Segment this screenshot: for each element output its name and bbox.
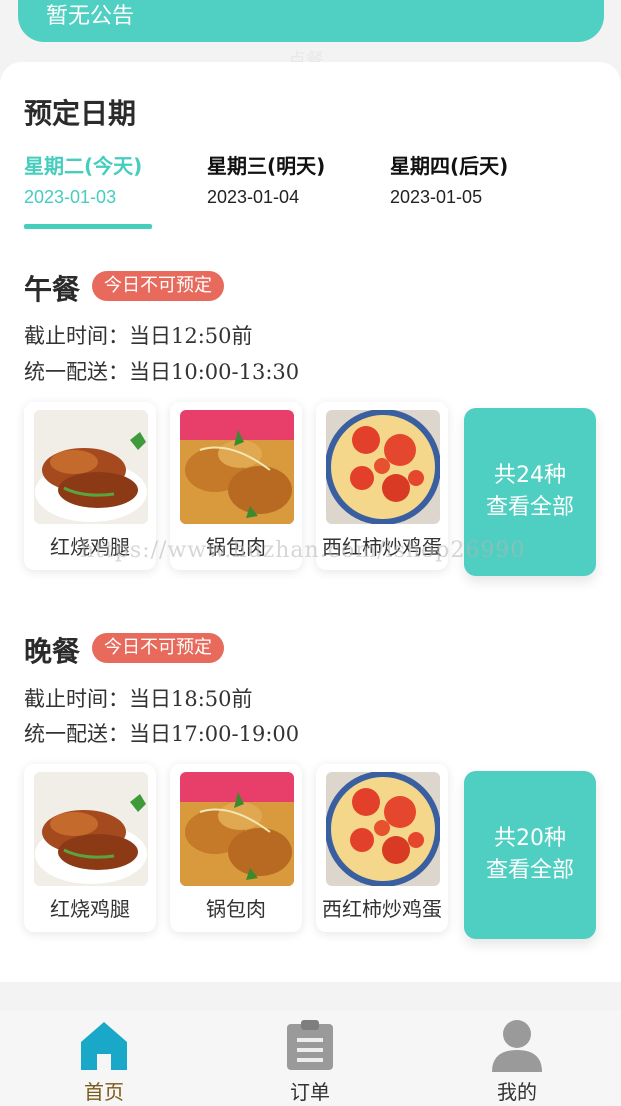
dish-image-braised-chicken-leg [34, 772, 148, 886]
tab-date-label: 2023-01-04 [207, 187, 300, 207]
delivery-text: 统一配送：当日10:00-13:30 [24, 360, 300, 384]
dish-image-guobaorou [180, 410, 294, 524]
dish-name: 红烧鸡腿 [50, 897, 130, 921]
meal-title-dinner: 晚餐 [24, 635, 81, 668]
home-icon [79, 1018, 129, 1072]
tab-day-label: 星期二(今天) [24, 154, 143, 178]
dish-image-braised-chicken-leg [34, 410, 148, 524]
tab-day-label: 星期四(后天) [390, 154, 509, 178]
tab-date-label: 2023-01-03 [24, 187, 117, 207]
tab-profile[interactable]: 我的 [457, 1010, 577, 1106]
tab-home[interactable]: 首页 [44, 1010, 164, 1106]
watermark-text: https://www.huzhan.com/ishop26990 [80, 538, 526, 563]
tab-label: 我的 [497, 1080, 537, 1104]
dish-image-guobaorou [180, 772, 294, 886]
tab-day-label: 星期三(明天) [207, 154, 326, 178]
notice-text: 暂无公告 [46, 4, 135, 29]
tab-orders[interactable]: 订单 [250, 1010, 370, 1106]
view-all-label: 查看全部 [485, 495, 574, 520]
status-badge: 今日不可预定 [92, 271, 224, 301]
deadline-text: 截止时间：当日18:50前 [24, 687, 253, 711]
tab-date-tomorrow[interactable]: 星期三(明天) 2023-01-04 [207, 150, 377, 208]
dish-card[interactable]: 锅包肉 [170, 764, 302, 932]
deadline-text: 截止时间：当日12:50前 [24, 324, 253, 348]
active-tab-indicator [24, 224, 152, 229]
clipboard-icon [285, 1018, 335, 1072]
booking-title: 预定日期 [24, 97, 137, 130]
dish-image-tomato-egg [326, 410, 440, 524]
tab-date-today[interactable]: 星期二(今天) 2023-01-03 [24, 150, 194, 208]
view-all-label: 查看全部 [485, 858, 574, 883]
dish-card[interactable]: 红烧鸡腿 [24, 764, 156, 932]
dish-name: 锅包肉 [206, 897, 266, 921]
tab-label: 订单 [290, 1080, 330, 1104]
tab-label: 首页 [84, 1080, 124, 1104]
dish-count-label: 共20种 [494, 826, 566, 851]
view-all-button[interactable]: 共20种 查看全部 [464, 771, 596, 939]
status-badge: 今日不可预定 [92, 633, 224, 663]
delivery-text: 统一配送：当日17:00-19:00 [24, 722, 300, 746]
dish-card[interactable]: 西红柿炒鸡蛋 [316, 764, 448, 932]
tab-date-label: 2023-01-05 [390, 187, 483, 207]
notice-banner[interactable]: 暂无公告 [18, 0, 604, 42]
dish-image-tomato-egg [326, 772, 440, 886]
tab-date-day-after[interactable]: 星期四(后天) 2023-01-05 [390, 150, 560, 208]
dish-name: 西红柿炒鸡蛋 [322, 897, 442, 921]
meal-title-lunch: 午餐 [24, 273, 81, 306]
dish-count-label: 共24种 [494, 463, 566, 488]
bottom-tab-bar: 首页 订单 我的 [0, 1010, 621, 1106]
user-icon [492, 1018, 542, 1072]
